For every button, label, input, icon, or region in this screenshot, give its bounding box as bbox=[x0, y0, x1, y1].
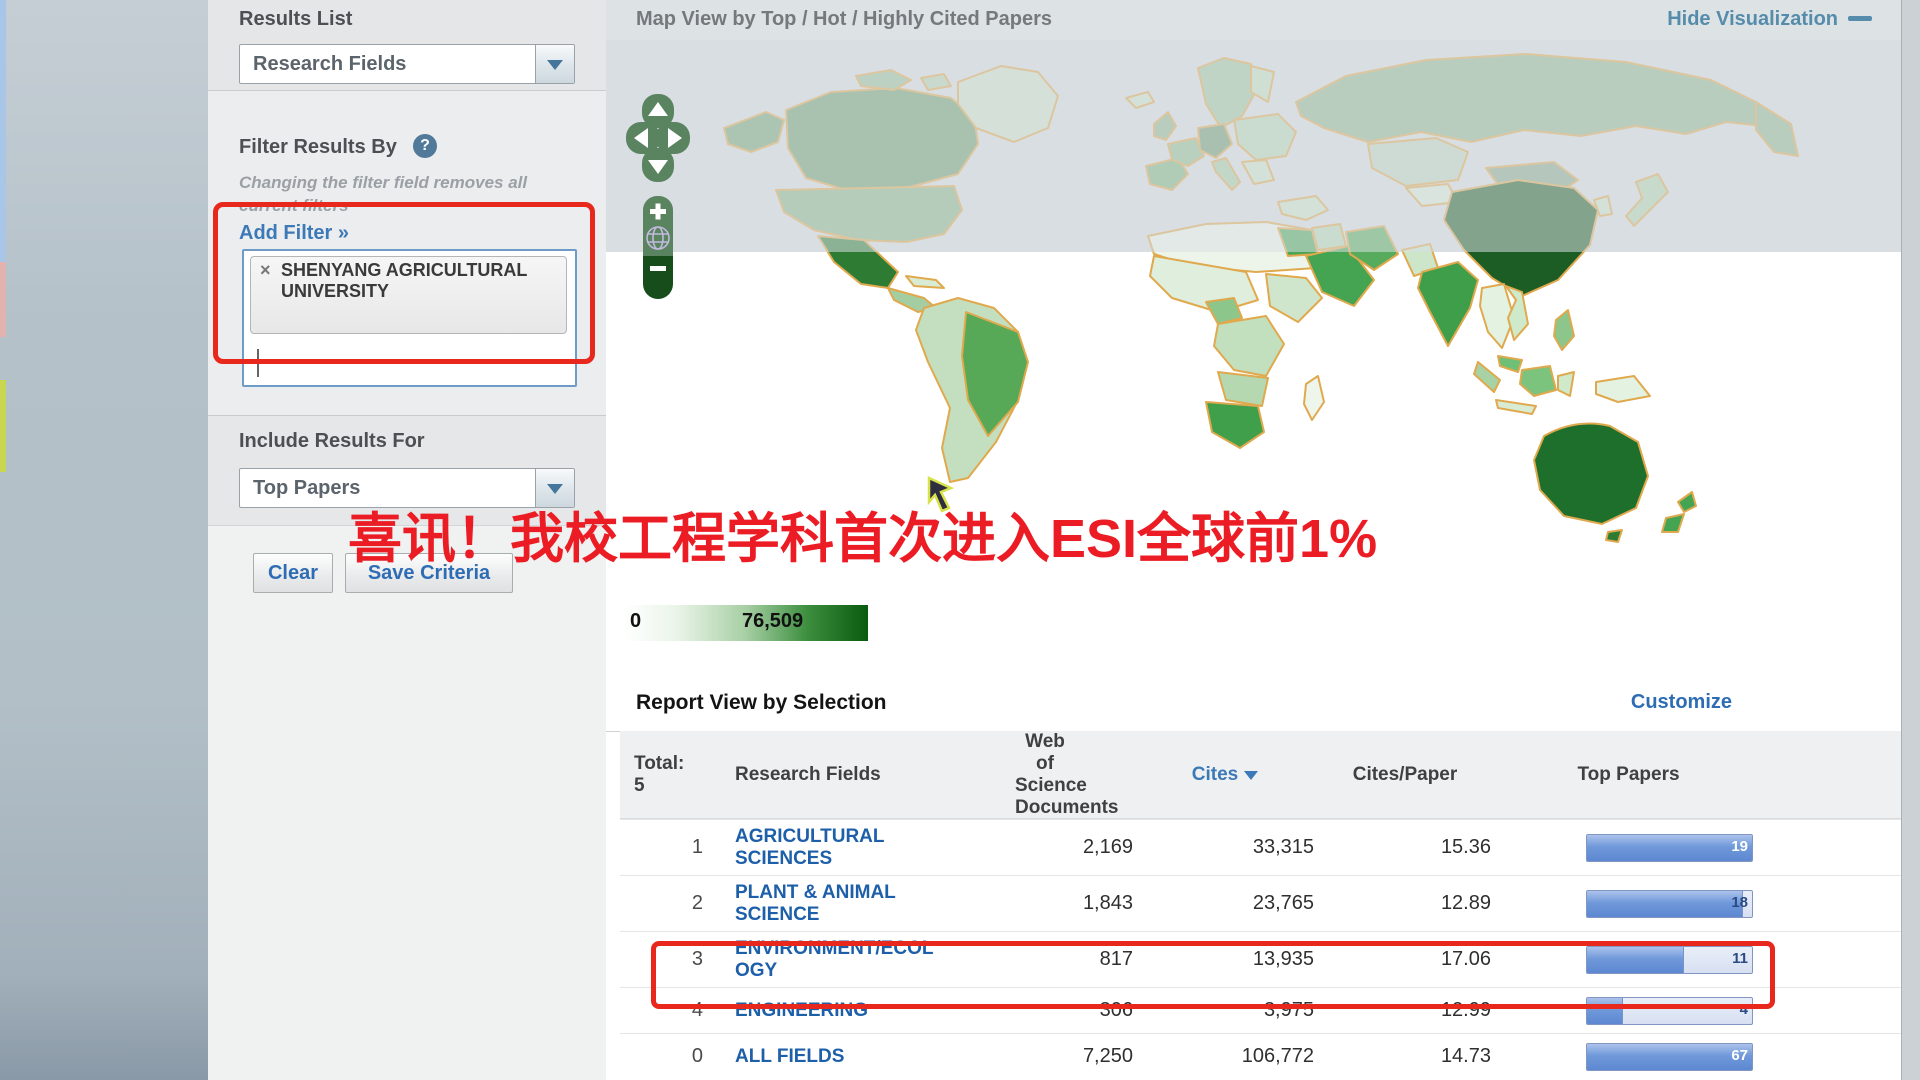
total-count: Total: 5 bbox=[620, 753, 735, 797]
cites-cell: 23,765 bbox=[1135, 892, 1315, 915]
top-papers-value: 11 bbox=[1732, 950, 1748, 967]
text-cursor bbox=[257, 349, 259, 377]
desktop-background bbox=[0, 0, 208, 1080]
map-view-title: Map View by Top / Hot / Highly Cited Pap… bbox=[636, 8, 1052, 31]
field-link-cell: ENVIRONMENT/ECOLOGY bbox=[735, 938, 1015, 982]
docs-cell: 306 bbox=[1015, 999, 1135, 1022]
docs-cell: 2,169 bbox=[1015, 836, 1135, 859]
top-papers-value: 19 bbox=[1731, 838, 1748, 855]
include-results-dropdown-value: Top Papers bbox=[253, 469, 360, 507]
docs-cell: 817 bbox=[1015, 948, 1135, 971]
add-filter-link[interactable]: Add Filter » bbox=[239, 222, 349, 245]
desktop-edge-sliver bbox=[0, 380, 6, 472]
field-link[interactable]: PLANT & ANIMAL SCIENCE bbox=[735, 882, 935, 926]
include-results-title: Include Results For bbox=[239, 430, 425, 453]
table-row: 2 PLANT & ANIMAL SCIENCE 1,843 23,765 12… bbox=[620, 875, 1902, 931]
mouse-cursor-icon bbox=[925, 476, 959, 516]
screen: Results List Research Fields Filter Resu… bbox=[0, 0, 1920, 1080]
results-list-dropdown[interactable]: Research Fields bbox=[239, 44, 575, 84]
cites-per-paper-cell: 12.99 bbox=[1315, 999, 1495, 1022]
clear-button[interactable]: Clear bbox=[253, 553, 333, 593]
legend-min-label: 0 bbox=[630, 610, 641, 633]
field-link[interactable]: ENVIRONMENT/ECOLOGY bbox=[735, 938, 935, 982]
hide-visualization-link[interactable]: Hide Visualization bbox=[1667, 8, 1872, 31]
rank-cell: 4 bbox=[620, 999, 735, 1022]
rank-cell: 1 bbox=[620, 836, 735, 859]
field-link-cell: PLANT & ANIMAL SCIENCE bbox=[735, 882, 1015, 926]
cites-per-paper-cell: 12.89 bbox=[1315, 892, 1495, 915]
sort-desc-icon bbox=[1244, 771, 1258, 780]
col-wos-documents: Web of Science Documents bbox=[1015, 731, 1135, 818]
filter-note: Changing the filter field removes all cu… bbox=[239, 172, 544, 218]
field-link[interactable]: ENGINEERING bbox=[735, 1000, 868, 1022]
docs-cell: 1,843 bbox=[1015, 892, 1135, 915]
rank-cell: 3 bbox=[620, 948, 735, 971]
filter-input-box[interactable]: × SHENYANG AGRICULTURAL UNIVERSITY bbox=[242, 249, 577, 387]
field-link[interactable]: AGRICULTURAL SCIENCES bbox=[735, 826, 935, 870]
report-view-title: Report View by Selection bbox=[636, 691, 887, 715]
col-research-fields: Research Fields bbox=[735, 764, 1015, 786]
cites-per-paper-cell: 15.36 bbox=[1315, 836, 1495, 859]
top-papers-value: 67 bbox=[1731, 1047, 1748, 1064]
field-link[interactable]: ALL FIELDS bbox=[735, 1046, 844, 1068]
docs-cell: 7,250 bbox=[1015, 1045, 1135, 1068]
hide-visualization-label: Hide Visualization bbox=[1667, 8, 1838, 30]
cites-per-paper-cell: 17.06 bbox=[1315, 948, 1495, 971]
top-papers-value: 18 bbox=[1731, 894, 1748, 911]
cites-cell: 3,975 bbox=[1135, 999, 1315, 1022]
remove-filter-icon[interactable]: × bbox=[260, 260, 271, 281]
map-controls[interactable] bbox=[624, 90, 694, 305]
chevron-down-icon bbox=[547, 60, 563, 70]
cites-cell: 33,315 bbox=[1135, 836, 1315, 859]
results-list-dropdown-value: Research Fields bbox=[253, 45, 406, 83]
field-link-cell: ALL FIELDS bbox=[735, 1046, 1015, 1068]
map-view-header: Map View by Top / Hot / Highly Cited Pap… bbox=[606, 0, 1902, 41]
dropdown-button[interactable] bbox=[535, 45, 574, 83]
table-row: 3 ENVIRONMENT/ECOLOGY 817 13,935 17.06 1… bbox=[620, 931, 1902, 987]
rank-cell: 2 bbox=[620, 892, 735, 915]
top-papers-bar: 18 bbox=[1586, 890, 1753, 918]
table-row-engineering: 4 ENGINEERING 306 3,975 12.99 4 bbox=[620, 987, 1902, 1033]
zoom-out-icon bbox=[650, 266, 666, 271]
results-table: Total: 5 Research Fields Web of Science … bbox=[620, 731, 1902, 1079]
announcement-banner: 喜讯！我校工程学科首次进入ESI全球前1% bbox=[348, 494, 1377, 573]
top-papers-bar: 67 bbox=[1586, 1043, 1753, 1071]
zoom-out-button bbox=[643, 256, 673, 299]
cites-per-paper-cell: 14.73 bbox=[1315, 1045, 1495, 1068]
results-list-title: Results List bbox=[239, 8, 352, 31]
active-filter-label: SHENYANG AGRICULTURAL UNIVERSITY bbox=[281, 260, 551, 302]
top-papers-bar: 4 bbox=[1586, 997, 1753, 1025]
minimize-icon bbox=[1848, 16, 1872, 21]
report-view-header: Report View by Selection Customize bbox=[606, 677, 1902, 732]
top-papers-value: 4 bbox=[1740, 1001, 1748, 1018]
table-header-row: Total: 5 Research Fields Web of Science … bbox=[620, 731, 1902, 819]
top-papers-bar: 11 bbox=[1586, 946, 1753, 974]
table-row: 0 ALL FIELDS 7,250 106,772 14.73 67 bbox=[620, 1033, 1902, 1079]
help-icon[interactable]: ? bbox=[413, 134, 437, 158]
field-link-cell: AGRICULTURAL SCIENCES bbox=[735, 826, 1015, 870]
rank-cell: 0 bbox=[620, 1045, 735, 1068]
scrollbar[interactable] bbox=[1901, 0, 1920, 1080]
table-row: 1 AGRICULTURAL SCIENCES 2,169 33,315 15.… bbox=[620, 819, 1902, 875]
desktop-edge-sliver bbox=[0, 0, 6, 262]
top-papers-bar: 19 bbox=[1586, 834, 1753, 862]
customize-link[interactable]: Customize bbox=[1631, 691, 1732, 714]
field-link-cell: ENGINEERING bbox=[735, 1000, 1015, 1022]
filter-results-title: Filter Results By bbox=[239, 136, 397, 159]
col-cites-per-paper: Cites/Paper bbox=[1315, 764, 1495, 786]
col-cites-sort[interactable]: Cites bbox=[1135, 764, 1315, 786]
col-top-papers: Top Papers bbox=[1495, 764, 1902, 786]
cites-cell: 106,772 bbox=[1135, 1045, 1315, 1068]
active-filter-tag: × SHENYANG AGRICULTURAL UNIVERSITY bbox=[250, 256, 567, 334]
chevron-down-icon bbox=[547, 484, 563, 494]
map-color-scale: 0 76,509 bbox=[624, 605, 868, 641]
legend-max-label: 76,509 bbox=[742, 610, 803, 633]
cites-cell: 13,935 bbox=[1135, 948, 1315, 971]
desktop-edge-sliver bbox=[0, 262, 6, 337]
